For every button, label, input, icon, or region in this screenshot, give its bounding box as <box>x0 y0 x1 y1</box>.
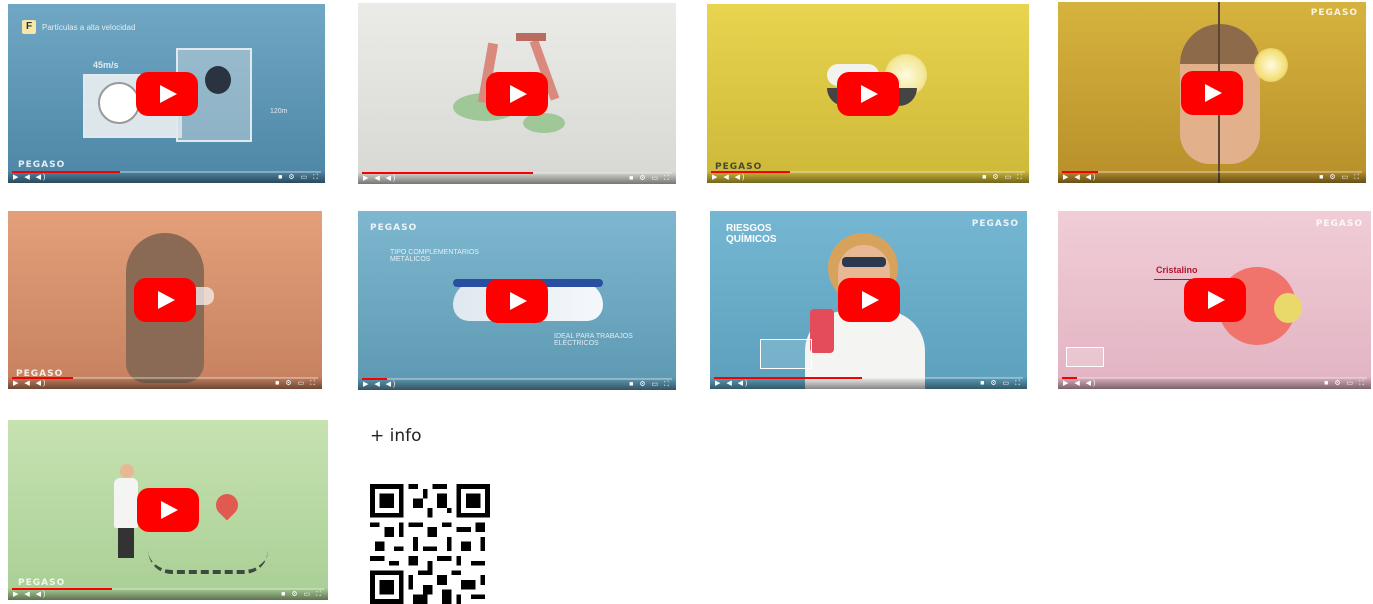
video-thumbnail-2[interactable]: ▶ ◀ ◀) ■ ⚙ ▭ ⛶ <box>358 3 676 184</box>
qr-code-icon[interactable] <box>370 484 490 604</box>
play-controls-icon[interactable]: ▶ ◀ ◀) <box>13 591 47 598</box>
play-controls-icon[interactable]: ▶ ◀ ◀) <box>363 381 397 388</box>
video-thumbnail-7[interactable]: RIESGOS QUÍMICOS PEGASO ▶ ◀ ◀) ■ ⚙ ▭ ⛶ <box>710 211 1027 389</box>
settings-fullscreen-icon[interactable]: ■ ⚙ ▭ ⛶ <box>1324 380 1366 387</box>
settings-fullscreen-icon[interactable]: ■ ⚙ ▭ ⛶ <box>275 380 317 387</box>
play-button-icon[interactable] <box>134 278 196 322</box>
play-controls-icon[interactable]: ▶ ◀ ◀) <box>712 174 746 181</box>
video-overlay-title: Partículas a alta velocidad <box>42 23 136 32</box>
video-thumbnail-3[interactable]: PEGASO ▶ ◀ ◀) ■ ⚙ ▭ ⛶ <box>707 4 1029 183</box>
settings-fullscreen-icon[interactable]: ■ ⚙ ▭ ⛶ <box>982 174 1024 181</box>
brand-logo: PEGASO <box>1310 8 1358 18</box>
play-button-icon[interactable] <box>1181 70 1243 115</box>
settings-fullscreen-icon[interactable]: ■ ⚙ ▭ ⛶ <box>1319 174 1361 181</box>
video-thumbnail-9[interactable]: PEGASO ▶ ◀ ◀) ■ ⚙ ▭ ⛶ <box>8 420 328 600</box>
play-controls-icon[interactable]: ▶ ◀ ◀) <box>363 175 397 182</box>
player-controls <box>707 171 1029 183</box>
settings-fullscreen-icon[interactable]: ■ ⚙ ▭ ⛶ <box>278 174 320 181</box>
play-button-icon[interactable] <box>135 71 198 116</box>
settings-fullscreen-icon[interactable]: ■ ⚙ ▭ ⛶ <box>281 591 323 598</box>
play-button-icon[interactable] <box>137 488 199 532</box>
player-controls <box>8 588 328 600</box>
video-thumbnail-4[interactable]: PEGASO ▶ ◀ ◀) ■ ⚙ ▭ ⛶ <box>1058 2 1366 183</box>
play-controls-icon[interactable]: ▶ ◀ ◀) <box>1063 174 1097 181</box>
play-button-icon[interactable] <box>837 71 899 116</box>
video-overlay-title: Cristalino <box>1156 265 1198 275</box>
video-overlay-title: RIESGOS QUÍMICOS <box>726 223 777 245</box>
play-button-icon[interactable] <box>837 278 900 322</box>
video-thumbnail-5[interactable]: PEGASO ▶ ◀ ◀) ■ ⚙ ▭ ⛶ <box>8 211 322 389</box>
settings-fullscreen-icon[interactable]: ■ ⚙ ▭ ⛶ <box>629 175 671 182</box>
badge-letter: F <box>22 20 36 34</box>
brand-logo: PEGASO <box>370 223 418 233</box>
brand-logo: PEGASO <box>971 219 1019 229</box>
more-info-link[interactable]: + info <box>370 426 422 446</box>
video-thumbnail-1[interactable]: F Partículas a alta velocidad 45m/s 120m… <box>8 4 325 183</box>
distance-label: 120m <box>270 108 288 115</box>
glasses-label-top: TIPO COMPLEMENTARIOS METÁLICOS <box>390 249 479 263</box>
speed-label: 45m/s <box>93 60 119 70</box>
brand-logo: PEGASO <box>18 160 66 170</box>
play-button-icon[interactable] <box>486 71 548 116</box>
glasses-label-bottom: IDEAL PARA TRABAJOS ELÉCTRICOS <box>554 333 633 347</box>
play-controls-icon[interactable]: ▶ ◀ ◀) <box>13 174 47 181</box>
settings-fullscreen-icon[interactable]: ■ ⚙ ▭ ⛶ <box>980 380 1022 387</box>
video-thumbnail-8[interactable]: PEGASO Cristalino ▶ ◀ ◀) ■ ⚙ ▭ ⛶ <box>1058 211 1371 389</box>
brand-logo: PEGASO <box>18 578 66 588</box>
play-button-icon[interactable] <box>486 278 548 323</box>
play-controls-icon[interactable]: ▶ ◀ ◀) <box>715 380 749 387</box>
brand-logo: PEGASO <box>1315 219 1363 229</box>
video-thumbnail-6[interactable]: PEGASO TIPO COMPLEMENTARIOS METÁLICOS ID… <box>358 211 676 390</box>
play-button-icon[interactable] <box>1183 278 1246 322</box>
play-controls-icon[interactable]: ▶ ◀ ◀) <box>1063 380 1097 387</box>
settings-fullscreen-icon[interactable]: ■ ⚙ ▭ ⛶ <box>629 381 671 388</box>
play-controls-icon[interactable]: ▶ ◀ ◀) <box>13 380 47 387</box>
